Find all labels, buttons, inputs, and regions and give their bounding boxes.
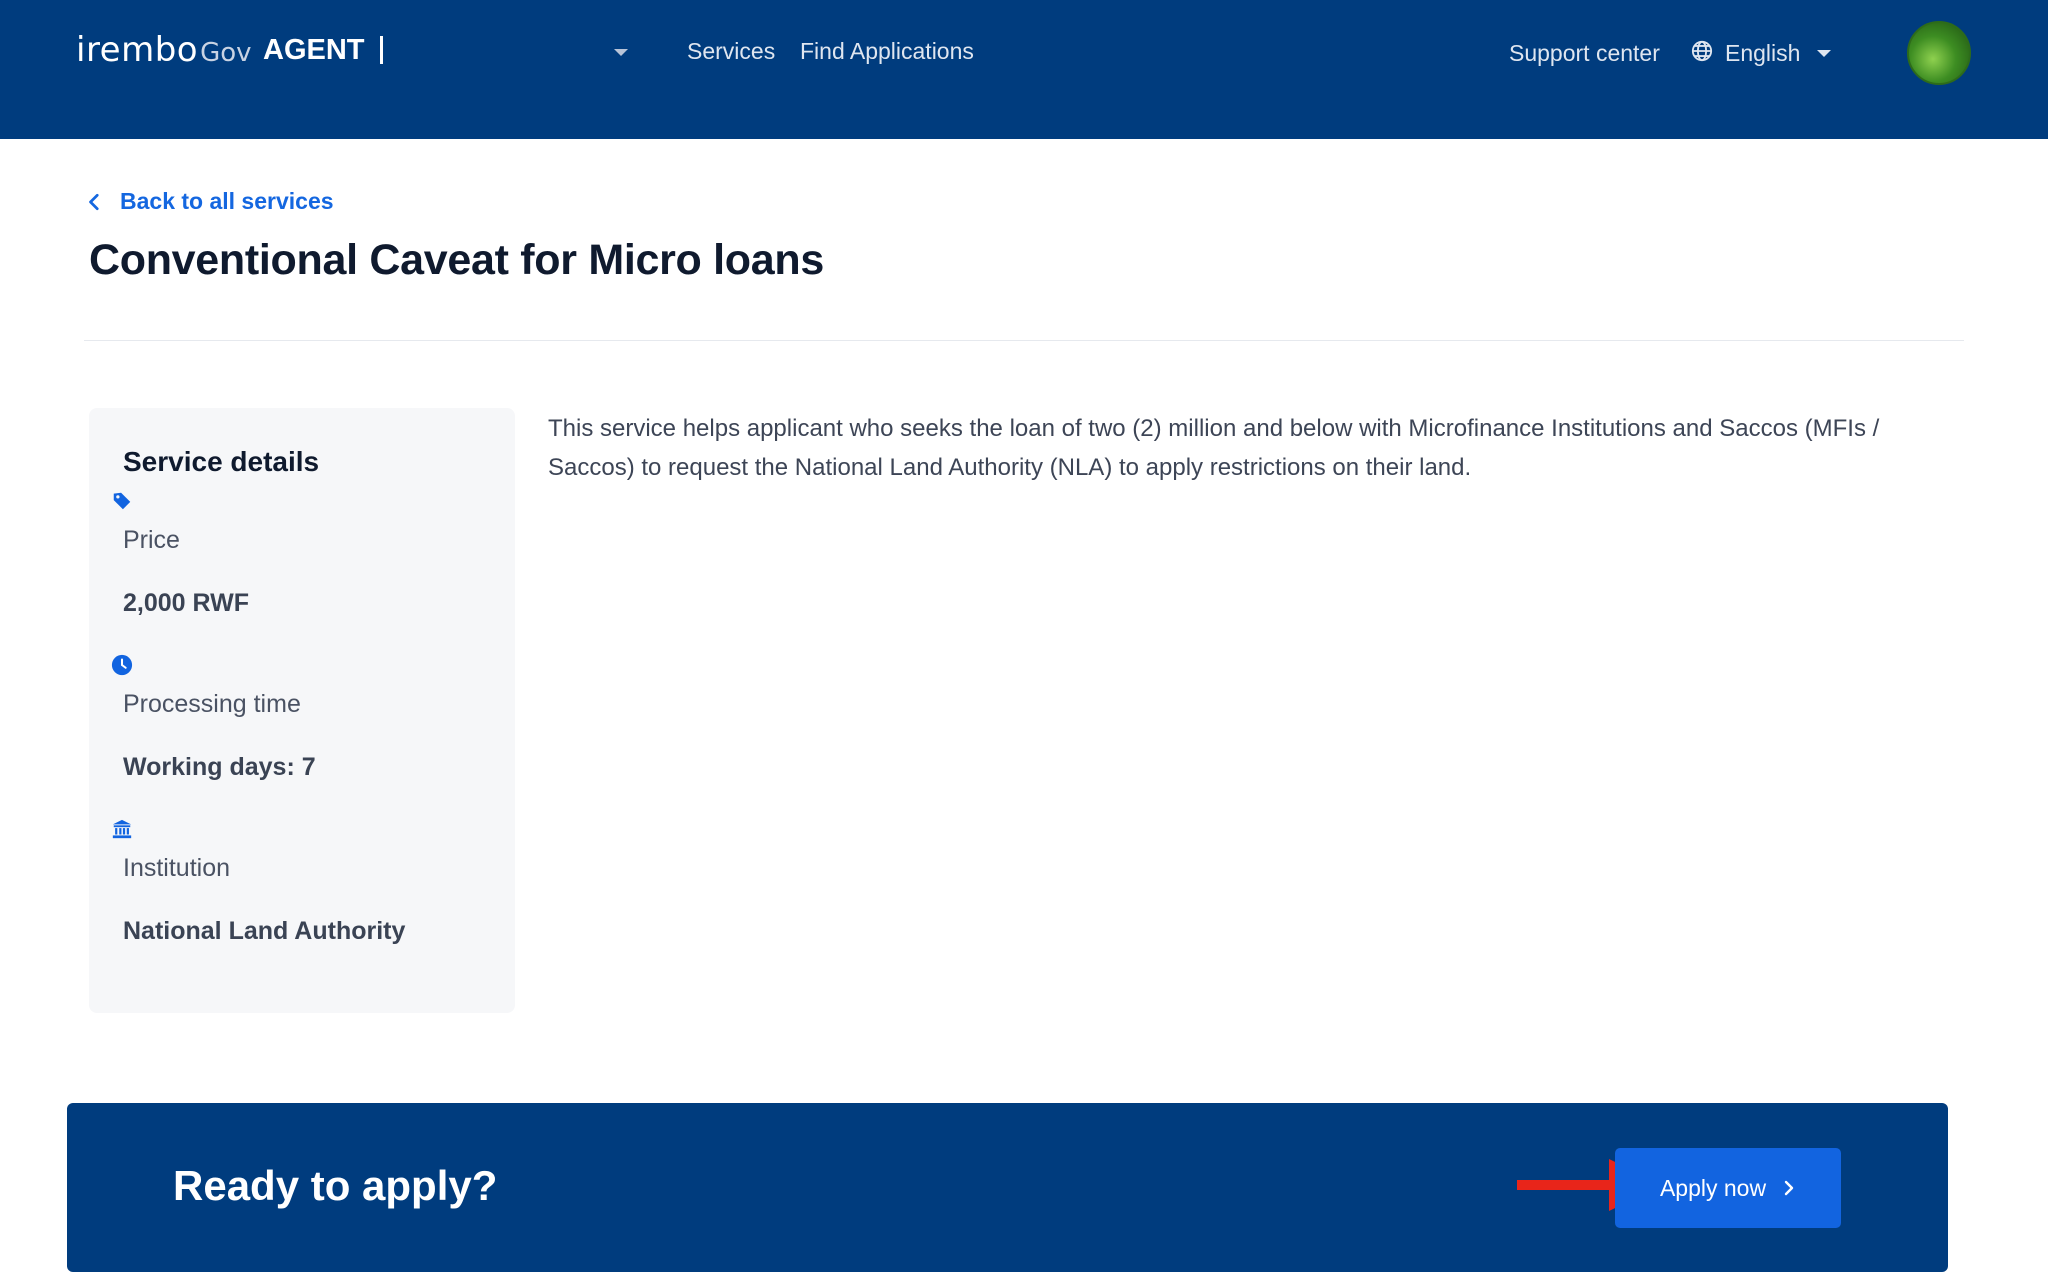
logo-gov-text: Gov [200,38,252,68]
back-link-label: Back to all services [120,188,334,214]
top-navbar: irembo Gov AGENT Services Find Applicati… [0,0,2048,139]
chevron-right-icon [1784,1180,1794,1196]
institution-label: Institution [123,854,231,882]
ready-to-apply-heading: Ready to apply? [173,1162,498,1209]
apply-banner: Ready to apply? Apply now [67,1103,1948,1272]
price-value: 2,000 RWF [123,589,249,617]
irembo-gov-logo[interactable]: irembo Gov [76,30,252,70]
logo-main-text: irembo [76,30,199,70]
role-label: AGENT [263,34,365,66]
institution-icon [112,819,132,839]
processing-time-value: Working days: 7 [123,753,316,781]
user-avatar[interactable] [1907,21,1971,85]
globe-icon [1691,40,1713,62]
role-divider [380,36,383,64]
org-dropdown-caret-icon[interactable] [614,49,628,56]
nav-find-applications-link[interactable]: Find Applications [800,38,974,65]
chevron-left-icon [89,193,99,210]
title-divider [84,340,1964,341]
apply-now-button[interactable]: Apply now [1615,1148,1841,1228]
apply-now-label: Apply now [1659,1174,1767,1201]
language-caret-icon[interactable] [1817,50,1831,57]
institution-value: National Land Authority [123,917,406,945]
page-title: Conventional Caveat for Micro loans [89,236,824,284]
nav-services-link[interactable]: Services [687,38,775,65]
back-to-services-link[interactable]: Back to all services [86,188,334,215]
language-selector[interactable]: English [1725,40,1800,67]
support-center-link[interactable]: Support center [1509,40,1660,67]
price-tag-icon [113,492,131,510]
service-description: This service helps applicant who seeks t… [548,415,1880,481]
price-label: Price [123,526,180,554]
clock-icon [111,654,133,676]
service-details-title: Service details [123,446,320,477]
service-details-card: Service details Price 2,000 RWF Processi… [89,408,515,1013]
processing-time-label: Processing time [123,690,301,718]
